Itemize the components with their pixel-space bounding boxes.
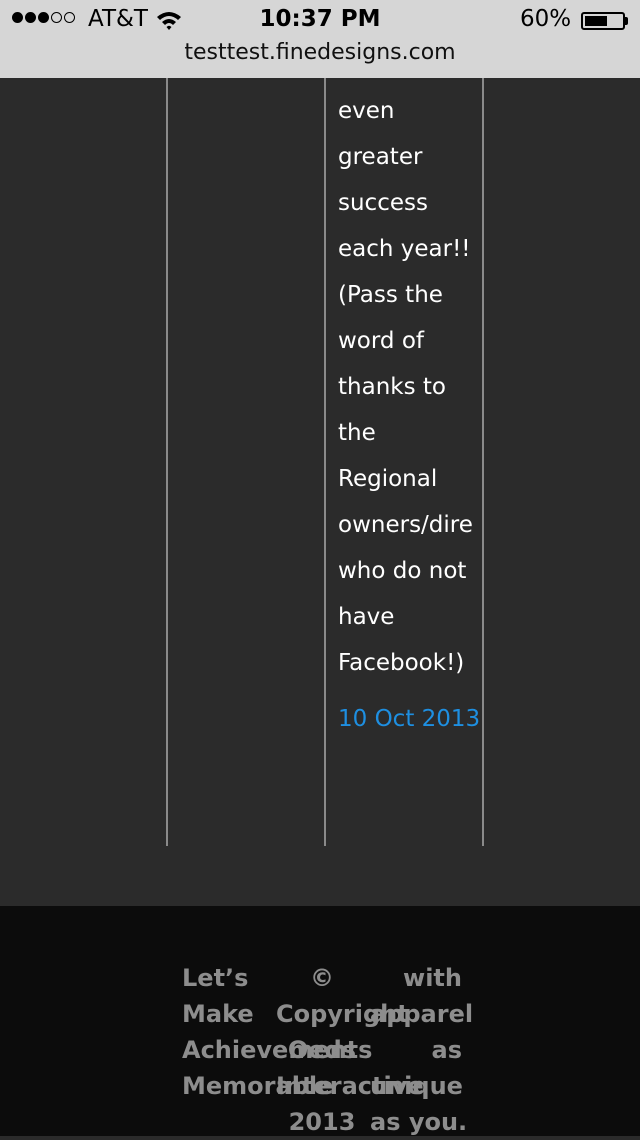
- battery-tip: [625, 17, 628, 25]
- testimonial-line: each year!!: [338, 236, 471, 262]
- footer-line: with: [403, 964, 462, 992]
- column-divider-3: [482, 78, 484, 846]
- testimonial-line: success: [338, 190, 428, 216]
- testimonial-line: owners/dire: [338, 512, 473, 538]
- browser-chrome: AT&T 10:37 PM 60% testtest.finedesigns.c…: [0, 0, 640, 78]
- footer-line: 2013: [288, 1108, 356, 1136]
- testimonial-line: thanks to: [338, 374, 446, 400]
- testimonial-line: (Pass the: [338, 282, 443, 308]
- testimonial-line: the: [338, 420, 376, 446]
- testimonial-line: Regional: [338, 466, 438, 492]
- footer-line: apparel: [370, 1000, 474, 1028]
- footer-line: as you.: [370, 1108, 468, 1136]
- testimonial-line: have: [338, 604, 395, 630]
- column-divider-2: [324, 78, 326, 846]
- address-bar[interactable]: testtest.finedesigns.com: [0, 40, 640, 65]
- site-footer: Let’s Make Achievements Memorable © Copyrigh…: [0, 906, 640, 1136]
- footer-line: Copyright: [276, 1000, 409, 1028]
- testimonial-text: even greater success each year!! (Pass the wo…: [338, 88, 482, 686]
- footer-copyright: © Copyright Oeds Interactive 2013: [276, 960, 424, 1140]
- post-date-link[interactable]: 10 Oct 2013: [338, 706, 480, 732]
- footer-slogan: with apparel as unique as you.: [370, 960, 474, 1140]
- footer-line: unique: [370, 1072, 463, 1100]
- footer-line: ©: [310, 964, 334, 992]
- testimonial-line: who do not: [338, 558, 467, 584]
- testimonial-line: even: [338, 98, 395, 124]
- battery-icon: [581, 12, 625, 30]
- testimonial-line: Facebook!): [338, 650, 465, 676]
- status-bar: AT&T 10:37 PM 60%: [0, 0, 640, 40]
- testimonial-line: word of: [338, 328, 425, 354]
- footer-line: Oeds: [287, 1036, 357, 1064]
- testimonial-line: greater: [338, 144, 423, 170]
- battery-fill: [585, 16, 607, 26]
- footer-line: Interactive: [276, 1072, 424, 1100]
- footer-line: as: [431, 1036, 462, 1064]
- column-divider-1: [166, 78, 168, 846]
- battery-percent: 60%: [520, 6, 572, 32]
